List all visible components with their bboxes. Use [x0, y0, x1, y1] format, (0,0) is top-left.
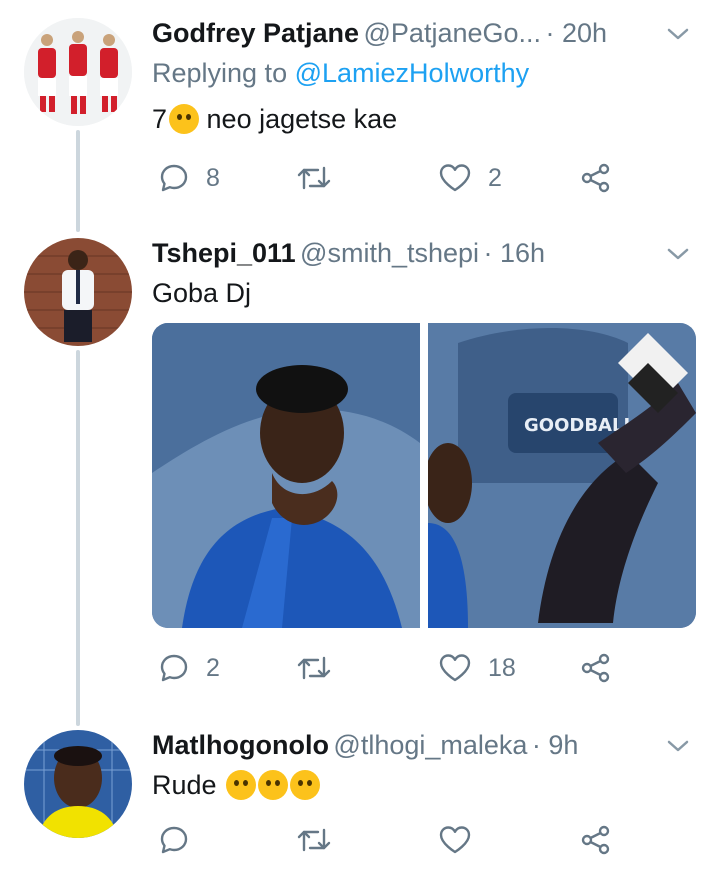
avatar-image [24, 730, 132, 838]
avatar[interactable] [24, 730, 132, 838]
thread-line [76, 350, 80, 726]
tweet-header: Godfrey Patjane @PatjaneGo... · 20h [152, 18, 692, 58]
tweet-actions [152, 820, 622, 860]
display-name[interactable]: Matlhogonolo [152, 730, 329, 760]
loudly-crying-face-emoji [226, 770, 257, 800]
like-button[interactable] [438, 820, 488, 860]
timestamp[interactable]: · 9h [532, 730, 579, 760]
retweet-button[interactable] [296, 158, 348, 198]
username[interactable]: @tlhogi_maleka [333, 730, 527, 760]
like-button[interactable]: 18 [438, 648, 516, 688]
share-button[interactable] [580, 158, 612, 198]
like-count: 2 [488, 163, 502, 192]
reply-icon [160, 654, 188, 682]
heart-icon [439, 826, 471, 854]
tweet-text: Rude [152, 770, 321, 801]
chevron-down-icon[interactable] [664, 24, 692, 44]
thinking-face-emoji [169, 104, 200, 134]
share-icon [581, 163, 610, 193]
chevron-down-icon[interactable] [664, 736, 692, 756]
avatar-image [24, 238, 132, 346]
tweet-text: 7 neo jagetse kae [152, 104, 398, 134]
rolling-on-floor-laughing-emoji [290, 770, 321, 800]
reply-icon [160, 826, 188, 854]
avatar[interactable] [24, 238, 132, 346]
like-count: 18 [488, 653, 516, 682]
chevron-down-icon[interactable] [664, 244, 692, 264]
retweet-button[interactable] [296, 648, 348, 688]
like-button[interactable]: 2 [438, 158, 502, 198]
reply-count: 8 [206, 163, 220, 192]
retweet-icon [297, 656, 331, 680]
mention-link[interactable]: @LamiezHolworthy [295, 58, 529, 88]
heart-icon [439, 654, 471, 682]
share-icon [581, 653, 610, 683]
display-name[interactable]: Tshepi_011 [152, 238, 296, 268]
player-legs-up-image: GOODBALL [428, 323, 696, 628]
heart-icon [439, 164, 471, 192]
reply-button[interactable] [158, 820, 206, 860]
avatar-image [24, 18, 132, 126]
share-button[interactable] [580, 648, 612, 688]
share-button[interactable] [580, 820, 612, 860]
tweet-header: Tshepi_011 @smith_tshepi · 16h [152, 238, 692, 278]
avatar[interactable] [24, 18, 132, 126]
player-laughing-image [152, 323, 420, 628]
reply-button[interactable]: 8 [158, 158, 220, 198]
tweet-1[interactable]: Godfrey Patjane @PatjaneGo... · 20h Repl… [0, 18, 720, 218]
tweet-media[interactable]: GOODBALL [152, 323, 696, 628]
reply-icon [160, 164, 188, 192]
replying-to: Replying to @LamiezHolworthy [152, 58, 530, 88]
photo-1[interactable] [152, 323, 420, 628]
reply-button[interactable]: 2 [158, 648, 220, 688]
tweet-actions: 2 18 [152, 648, 622, 688]
username[interactable]: @PatjaneGo... [364, 18, 542, 48]
tweet-3[interactable]: Matlhogonolo @tlhogi_maleka · 9h Rude [0, 730, 720, 869]
retweet-icon [297, 166, 331, 190]
retweet-button[interactable] [296, 820, 348, 860]
reply-count: 2 [206, 653, 220, 682]
share-icon [581, 825, 610, 855]
rolling-on-floor-laughing-emoji [258, 770, 289, 800]
retweet-icon [297, 828, 331, 852]
photo-2[interactable]: GOODBALL [428, 323, 696, 628]
timestamp[interactable]: · 16h [483, 238, 545, 268]
tweet-actions: 8 2 [152, 158, 622, 198]
thread-line [76, 130, 80, 232]
tweet-text: Goba Dj [152, 278, 252, 308]
username[interactable]: @smith_tshepi [300, 238, 479, 268]
timestamp[interactable]: · 20h [545, 18, 607, 48]
display-name[interactable]: Godfrey Patjane [152, 18, 359, 48]
tweet-header: Matlhogonolo @tlhogi_maleka · 9h [152, 730, 692, 770]
